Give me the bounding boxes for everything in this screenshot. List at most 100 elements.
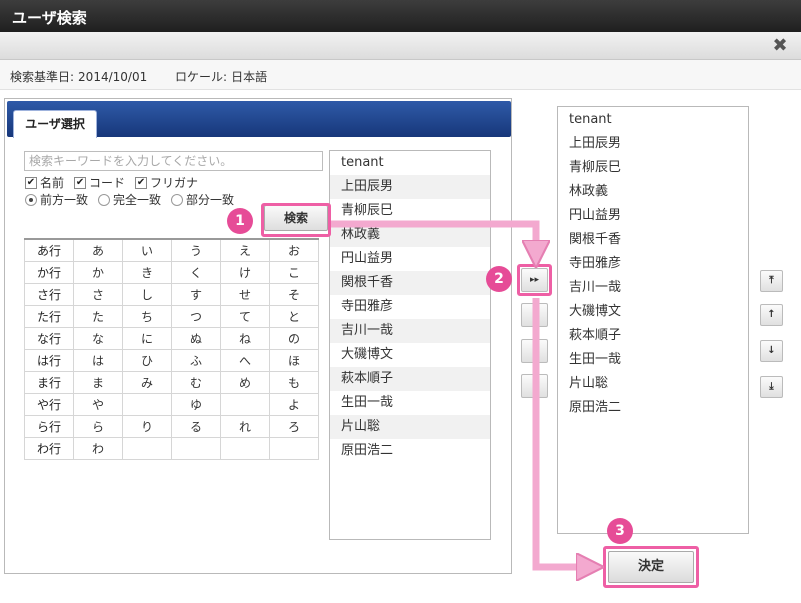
move-down-icon[interactable]: ↓: [760, 340, 783, 362]
kana-cell[interactable]: む: [171, 370, 221, 394]
user-list-item[interactable]: 寺田雅彦: [330, 295, 490, 319]
kana-cell[interactable]: て: [220, 304, 270, 328]
kana-cell[interactable]: な: [73, 326, 123, 350]
move-top-icon[interactable]: ⤒: [760, 270, 783, 292]
kana-cell[interactable]: う: [171, 238, 221, 262]
kana-row-header[interactable]: あ行: [24, 238, 74, 262]
kana-cell[interactable]: ゆ: [171, 392, 221, 416]
kana-cell[interactable]: ぬ: [171, 326, 221, 350]
kana-cell[interactable]: お: [269, 238, 319, 262]
kana-cell[interactable]: も: [269, 370, 319, 394]
kana-cell[interactable]: ま: [73, 370, 123, 394]
kana-cell[interactable]: と: [269, 304, 319, 328]
radio-icon[interactable]: [98, 193, 111, 206]
user-list-item[interactable]: 原田浩二: [330, 439, 490, 463]
kana-row-header[interactable]: さ行: [24, 282, 74, 306]
transfer-button-2[interactable]: [521, 303, 548, 327]
user-list-item[interactable]: 上田辰男: [330, 175, 490, 199]
move-up-icon[interactable]: ↑: [760, 304, 783, 326]
kana-row-header[interactable]: は行: [24, 348, 74, 372]
kana-cell[interactable]: ら: [73, 414, 123, 438]
kana-cell[interactable]: く: [171, 260, 221, 284]
kana-cell[interactable]: よ: [269, 392, 319, 416]
kana-row-header[interactable]: ま行: [24, 370, 74, 394]
kana-cell[interactable]: ふ: [171, 348, 221, 372]
kana-cell[interactable]: ほ: [269, 348, 319, 372]
kana-cell[interactable]: し: [122, 282, 172, 306]
kana-cell[interactable]: ひ: [122, 348, 172, 372]
selected-user-item[interactable]: 生田一哉: [558, 348, 748, 372]
user-list-item[interactable]: 吉川一哉: [330, 319, 490, 343]
radio-selected-icon[interactable]: [25, 193, 37, 206]
transfer-button-4[interactable]: [521, 374, 548, 398]
kana-cell[interactable]: せ: [220, 282, 270, 306]
user-list-item[interactable]: tenant: [330, 151, 490, 175]
kana-cell[interactable]: わ: [73, 436, 123, 460]
kana-cell[interactable]: き: [122, 260, 172, 284]
user-list-item[interactable]: 青柳辰巳: [330, 199, 490, 223]
move-bottom-icon[interactable]: ⤓: [760, 376, 783, 398]
kana-cell[interactable]: そ: [269, 282, 319, 306]
checkbox-furigana[interactable]: ✔ フリガナ: [135, 174, 198, 191]
radio-prefix-match[interactable]: 前方一致: [25, 191, 88, 208]
kana-cell[interactable]: り: [122, 414, 172, 438]
checkbox-checked-icon[interactable]: ✔: [74, 176, 87, 189]
transfer-button-3[interactable]: [521, 339, 548, 363]
selected-user-item[interactable]: 大磯博文: [558, 300, 748, 324]
kana-cell[interactable]: ろ: [269, 414, 319, 438]
kana-cell[interactable]: ね: [220, 326, 270, 350]
user-list-item[interactable]: 林政義: [330, 223, 490, 247]
selected-user-item[interactable]: 林政義: [558, 180, 748, 204]
close-icon[interactable]: ✖: [769, 36, 791, 56]
tab-user-select[interactable]: ユーザ選択: [13, 110, 97, 138]
ok-button[interactable]: 決定: [608, 551, 694, 583]
kana-cell[interactable]: や: [73, 392, 123, 416]
kana-cell[interactable]: け: [220, 260, 270, 284]
kana-cell[interactable]: に: [122, 326, 172, 350]
kana-cell[interactable]: い: [122, 238, 172, 262]
selected-user-item[interactable]: tenant: [558, 108, 748, 132]
selected-user-item[interactable]: 萩本順子: [558, 324, 748, 348]
selected-user-item[interactable]: 片山聡: [558, 372, 748, 396]
kana-cell[interactable]: ち: [122, 304, 172, 328]
user-list-item[interactable]: 片山聡: [330, 415, 490, 439]
kana-cell[interactable]: へ: [220, 348, 270, 372]
kana-cell[interactable]: み: [122, 370, 172, 394]
selected-user-item[interactable]: 円山益男: [558, 204, 748, 228]
selected-user-item[interactable]: 関根千香: [558, 228, 748, 252]
selected-user-item[interactable]: 原田浩二: [558, 396, 748, 420]
user-list-item[interactable]: 大磯博文: [330, 343, 490, 367]
kana-cell[interactable]: た: [73, 304, 123, 328]
checkbox-checked-icon[interactable]: ✔: [135, 176, 148, 189]
radio-icon[interactable]: [171, 193, 184, 206]
kana-cell[interactable]: め: [220, 370, 270, 394]
kana-row-header[interactable]: た行: [24, 304, 74, 328]
selected-user-item[interactable]: 寺田雅彦: [558, 252, 748, 276]
radio-partial-match[interactable]: 部分一致: [171, 191, 234, 208]
selected-user-list[interactable]: tenant 上田辰男 青柳辰巳 林政義 円山益男 関根千香 寺田雅彦 吉川一哉 大磯博文 萩本順…: [557, 106, 749, 534]
user-list-item[interactable]: 生田一哉: [330, 391, 490, 415]
user-list-item[interactable]: 円山益男: [330, 247, 490, 271]
kana-row-header[interactable]: や行: [24, 392, 74, 416]
kana-cell[interactable]: の: [269, 326, 319, 350]
kana-cell[interactable]: さ: [73, 282, 123, 306]
kana-cell[interactable]: え: [220, 238, 270, 262]
kana-cell[interactable]: れ: [220, 414, 270, 438]
selected-user-item[interactable]: 青柳辰巳: [558, 156, 748, 180]
kana-cell[interactable]: こ: [269, 260, 319, 284]
kana-cell[interactable]: あ: [73, 238, 123, 262]
user-list-item[interactable]: 萩本順子: [330, 367, 490, 391]
user-list-item[interactable]: 関根千香: [330, 271, 490, 295]
kana-cell[interactable]: す: [171, 282, 221, 306]
radio-exact-match[interactable]: 完全一致: [98, 191, 161, 208]
kana-cell[interactable]: つ: [171, 304, 221, 328]
search-input[interactable]: [24, 151, 323, 171]
kana-row-header[interactable]: な行: [24, 326, 74, 350]
selected-user-item[interactable]: 吉川一哉: [558, 276, 748, 300]
checkbox-name[interactable]: ✔ 名前: [25, 174, 64, 191]
kana-row-header[interactable]: ら行: [24, 414, 74, 438]
kana-cell[interactable]: か: [73, 260, 123, 284]
kana-row-header[interactable]: か行: [24, 260, 74, 284]
user-result-list[interactable]: tenant 上田辰男 青柳辰巳 林政義 円山益男 関根千香 寺田雅彦 吉川一哉 大磯博文 萩本順…: [329, 150, 491, 540]
kana-row-header[interactable]: わ行: [24, 436, 74, 460]
